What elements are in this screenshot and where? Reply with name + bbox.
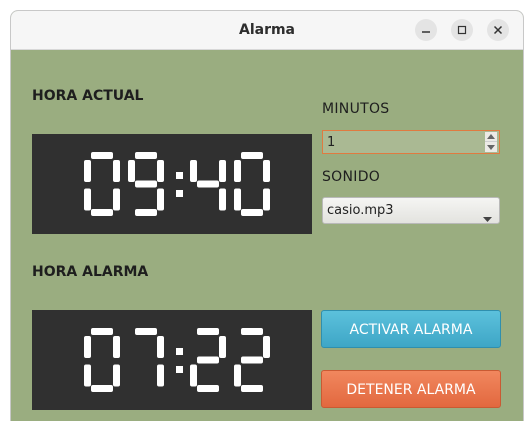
segment-a	[197, 328, 219, 335]
chevron-down-icon	[483, 208, 492, 227]
segment-b	[157, 336, 164, 358]
segment-c	[113, 188, 120, 211]
segment-b	[113, 336, 120, 358]
digit-0	[84, 152, 120, 216]
segment-b	[219, 336, 226, 358]
segment-b	[113, 160, 120, 182]
segment-g	[241, 356, 263, 364]
segment-a	[135, 328, 157, 335]
colon-dot	[176, 190, 183, 197]
sound-selected-value: casio.mp3	[327, 203, 394, 218]
segment-c	[157, 364, 164, 387]
segment-d	[241, 385, 263, 392]
alarm-time-digits	[84, 328, 270, 392]
current-time-label: HORA ACTUAL	[32, 88, 144, 104]
segment-d	[135, 209, 157, 216]
segment-b	[263, 160, 270, 182]
segment-f	[234, 160, 241, 182]
segment-c	[157, 188, 164, 211]
window-title: Alarma	[238, 22, 296, 38]
segment-c	[219, 188, 226, 211]
minutes-spinbox[interactable]	[322, 130, 500, 154]
segment-a	[241, 328, 263, 335]
spin-up-icon[interactable]	[485, 132, 497, 142]
segment-f	[84, 336, 91, 358]
colon-dot	[176, 348, 183, 355]
current-time-display	[32, 134, 312, 234]
segment-b	[157, 160, 164, 182]
title-bar: Alarma	[11, 11, 523, 50]
alarm-window: Alarma HORA ACTUAL MINUTOS SONIDO casio.…	[10, 10, 524, 421]
activate-alarm-button[interactable]: ACTIVAR ALARMA	[321, 310, 501, 348]
segment-f	[128, 160, 135, 182]
segment-e	[84, 364, 91, 387]
sound-label: SONIDO	[322, 169, 381, 185]
segment-a	[91, 328, 113, 335]
segment-d	[197, 385, 219, 392]
maximize-icon[interactable]	[451, 19, 473, 41]
digit-2	[190, 328, 226, 392]
segment-f	[190, 160, 197, 182]
segment-g	[135, 180, 157, 188]
minutes-label: MINUTOS	[322, 101, 390, 117]
segment-c	[263, 188, 270, 211]
digit-1	[128, 152, 164, 216]
segment-b	[219, 160, 226, 182]
segment-d	[91, 209, 113, 216]
segment-e	[234, 364, 241, 387]
segment-a	[135, 152, 157, 159]
segment-g	[197, 356, 219, 364]
segment-g	[197, 180, 219, 188]
segment-d	[91, 385, 113, 392]
segment-c	[113, 364, 120, 387]
segment-d	[241, 209, 263, 216]
segment-a	[241, 152, 263, 159]
alarm-time-label: HORA ALARMA	[32, 264, 149, 280]
minimize-icon[interactable]	[415, 19, 437, 41]
segment-f	[84, 160, 91, 182]
colon-dot	[176, 366, 183, 373]
minutes-input[interactable]	[327, 131, 477, 153]
digit-0	[84, 328, 120, 392]
spin-down-icon[interactable]	[485, 142, 497, 152]
segment-e	[84, 188, 91, 211]
digit-1	[135, 328, 164, 387]
segment-a	[91, 152, 113, 159]
segment-e	[234, 188, 241, 211]
digit-2	[190, 160, 226, 211]
digit-3	[234, 152, 270, 216]
segment-e	[190, 364, 197, 387]
alarm-time-display	[32, 310, 312, 410]
colon-dot	[176, 172, 183, 179]
digit-3	[234, 328, 270, 392]
current-time-digits	[84, 152, 270, 216]
sound-select[interactable]: casio.mp3	[322, 197, 500, 224]
segment-b	[263, 336, 270, 358]
stop-alarm-button[interactable]: DETENER ALARMA	[321, 370, 501, 408]
minutes-spin-buttons	[485, 132, 497, 152]
close-icon[interactable]	[487, 19, 509, 41]
